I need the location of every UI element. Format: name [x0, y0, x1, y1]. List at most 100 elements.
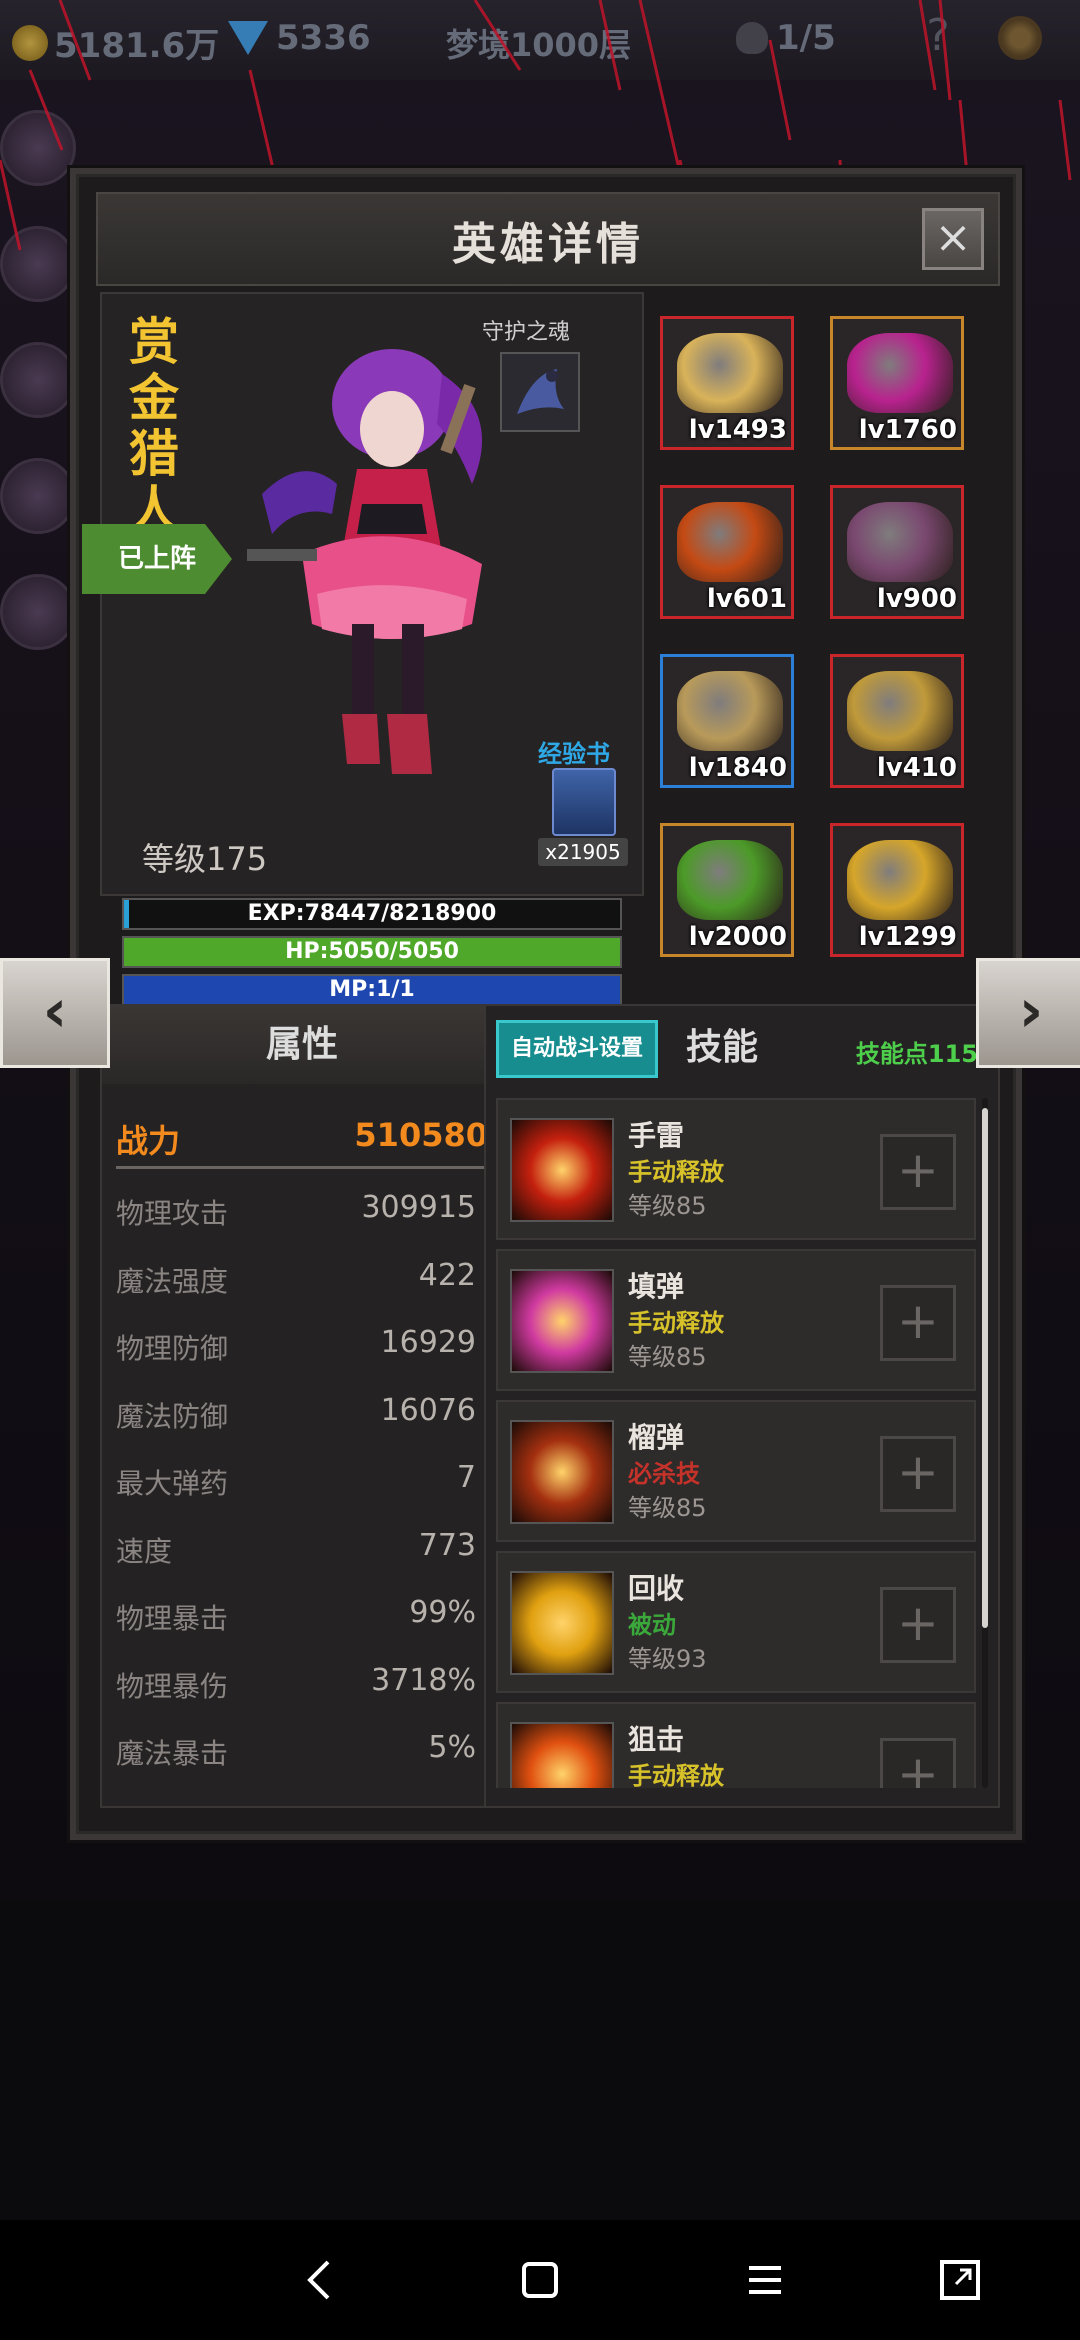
skill-item[interactable]: 榴弹 必杀技 等级85 +	[496, 1400, 976, 1542]
attribute-label: 速度	[116, 1534, 173, 1568]
hero-portrait-area: 赏金猎人 已上阵 守护之魂 等级175 经验书 x21905	[82, 292, 644, 896]
hp-bar: HP:5050/5050	[122, 936, 622, 968]
attribute-label: 最大弹药	[116, 1467, 229, 1500]
ring2-icon	[847, 671, 953, 751]
equipment-slot[interactable]: lv1840	[660, 654, 794, 788]
exp-book-icon[interactable]	[552, 768, 616, 836]
skill-upgrade-button[interactable]: +	[880, 1738, 956, 1788]
attribute-row: 物理暴伤 3718%	[116, 1657, 476, 1725]
amulet-icon	[847, 333, 953, 413]
hero-character-image	[247, 349, 482, 774]
attribute-row: 速度 773	[116, 1522, 476, 1590]
skill-icon	[510, 1722, 614, 1788]
skill-type: 被动	[628, 1611, 676, 1639]
equipment-level: lv2000	[688, 922, 787, 952]
fullscreen-icon[interactable]	[930, 2250, 990, 2310]
previous-hero-button[interactable]: ‹	[0, 958, 110, 1068]
equipment-level: lv900	[876, 584, 957, 614]
attribute-value: 5%	[428, 1730, 476, 1765]
attribute-list: 物理攻击 309915 魔法强度 422 物理防御 16929 魔法防御 16076 最大弹药 7…	[116, 1184, 476, 1792]
chevron-right-icon: ›	[1018, 976, 1044, 1046]
cloak-icon	[677, 502, 783, 582]
chevron-left-icon: ‹	[42, 976, 68, 1046]
skill-scrollbar[interactable]	[982, 1108, 988, 1628]
attribute-value: 422	[418, 1257, 476, 1293]
guardian-soul-label: 守护之魂	[482, 320, 571, 345]
tab-attributes[interactable]: 属性	[102, 1006, 502, 1084]
home-icon[interactable]	[510, 2250, 570, 2310]
equipment-level: lv1840	[688, 753, 787, 783]
attribute-row: 物理暴击 99%	[116, 1589, 476, 1657]
attribute-row: 魔法强度 422	[116, 1252, 476, 1320]
hp-bar-text: HP:5050/5050	[285, 939, 459, 964]
gun-icon	[677, 840, 783, 920]
attribute-row: 魔法暴击 5%	[116, 1724, 476, 1792]
skill-name: 填弹	[628, 1270, 685, 1303]
equipment-level: lv1760	[858, 415, 957, 445]
exp-bar: EXP:78447/8218900	[122, 898, 622, 930]
boots-icon	[847, 502, 953, 582]
attributes-panel: 属性 战力 510580 物理攻击 309915 魔法强度 422 物理防御 16929 魔…	[100, 1004, 504, 1808]
equipment-level: lv410	[876, 753, 957, 783]
panel-title: 英雄详情	[452, 219, 644, 270]
skill-upgrade-button[interactable]: +	[880, 1134, 956, 1210]
ring-icon	[677, 671, 783, 751]
skill-item[interactable]: 手雷手动释放等级85 +	[496, 1098, 976, 1240]
attribute-label: 物理暴伤	[116, 1669, 229, 1703]
skill-name: 回收	[628, 1572, 685, 1605]
tab-skills[interactable]: 技能	[686, 1018, 758, 1070]
auto-battle-settings-button[interactable]: 自动战斗设置	[496, 1020, 658, 1078]
helmet-icon	[677, 333, 783, 413]
guardian-soul-bird-icon[interactable]	[500, 352, 580, 432]
attribute-label: 魔法暴击	[116, 1737, 229, 1770]
skill-item[interactable]: 填弹手动释放等级85 +	[496, 1249, 976, 1391]
skill-type: 手动释放	[628, 1158, 724, 1186]
equipment-slot[interactable]: lv410	[830, 654, 964, 788]
equipment-slot[interactable]: lv1493	[660, 316, 794, 450]
close-button[interactable]: ×	[922, 208, 984, 270]
skill-icon	[510, 1571, 614, 1675]
menu-icon[interactable]	[735, 2250, 795, 2310]
skill-type: 手动释放	[628, 1309, 724, 1337]
exp-bar-text: EXP:78447/8218900	[247, 901, 497, 926]
back-icon[interactable]	[290, 2250, 350, 2310]
equipment-level: lv601	[706, 584, 787, 614]
skill-level: 等级93	[628, 1645, 707, 1673]
skill-icon	[510, 1269, 614, 1373]
skill-type: 手动释放	[628, 1762, 724, 1788]
attribute-row: 物理防御 16929	[116, 1319, 476, 1387]
attribute-value: 773	[418, 1527, 476, 1563]
equipment-slot[interactable]: lv1299	[830, 823, 964, 957]
skill-item[interactable]: 回收被动等级93 +	[496, 1551, 976, 1693]
equipment-slot[interactable]: lv1760	[830, 316, 964, 450]
skill-item[interactable]: 狙击手动释放等级85+	[496, 1702, 976, 1788]
skill-upgrade-button[interactable]: +	[880, 1285, 956, 1361]
attribute-row: 魔法防御 16076	[116, 1387, 476, 1455]
skill-type: 必杀技	[628, 1460, 700, 1488]
skill-icon	[510, 1118, 614, 1222]
attribute-value: 3718%	[371, 1662, 476, 1698]
next-hero-button[interactable]: ›	[976, 958, 1080, 1068]
skill-points: 技能点115	[855, 1040, 978, 1068]
bird-icon	[517, 369, 564, 414]
attribute-row: 物理攻击 309915	[116, 1184, 476, 1252]
attribute-label: 魔法防御	[116, 1399, 229, 1433]
skill-name: 手雷	[628, 1119, 685, 1152]
skill-upgrade-button[interactable]: +	[880, 1436, 956, 1512]
equipment-slot[interactable]: lv601	[660, 485, 794, 619]
mp-bar: MP:1/1	[122, 974, 622, 1006]
attribute-label: 物理攻击	[116, 1197, 229, 1230]
skill-icon	[510, 1420, 614, 1524]
skill-level: 等级85	[628, 1192, 707, 1220]
attribute-value: 7	[456, 1460, 476, 1495]
hero-level: 等级175	[142, 840, 268, 878]
skill-list: 手雷 手动释放 等级85 + 填弹 手动释放 等级85 + 榴弹 必杀技 等级85 + 回收 被动 等级93…	[496, 1098, 976, 1788]
skill-level: 等级85	[628, 1343, 707, 1371]
skills-panel: 自动战斗设置 技能 技能点115 手雷 手动释放 等级85 + 填弹 手动释放 等级85 + 榴…	[484, 1004, 1000, 1808]
skill-upgrade-button[interactable]: +	[880, 1587, 956, 1663]
equipment-slot[interactable]: lv900	[830, 485, 964, 619]
equipment-slot[interactable]: lv2000	[660, 823, 794, 957]
hero-name: 赏金猎人	[129, 313, 179, 539]
system-navigation-bar	[0, 2220, 1080, 2340]
shield-icon	[847, 840, 953, 920]
